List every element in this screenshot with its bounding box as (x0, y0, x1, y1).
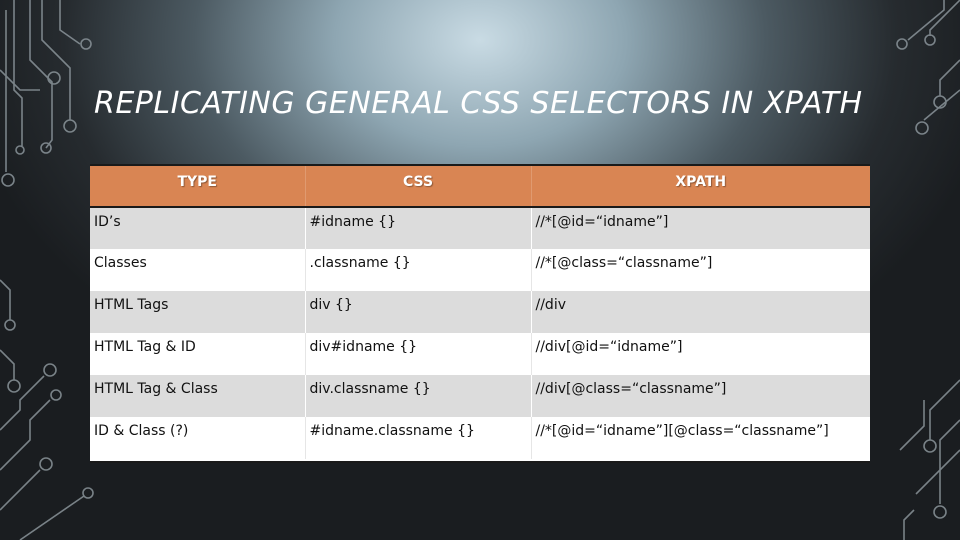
table-row: ID & Class (?) #idname.classname {} //*[… (90, 417, 870, 459)
cell-xpath: //div (530, 291, 870, 333)
slide-title: REPLICATING GENERAL CSS SELECTORS IN XPA… (94, 86, 863, 121)
table-row: ID’s #idname {} //*[@id=“idname”] (90, 207, 870, 249)
cell-css: div#idname {} (304, 333, 531, 375)
cell-css: #idname {} (304, 207, 531, 249)
header-type: TYPE (177, 174, 217, 190)
table-row: HTML Tag & ID div#idname {} //div[@id=“i… (90, 333, 870, 375)
cell-type: Classes (94, 255, 147, 271)
header-css: CSS (304, 166, 531, 207)
table-row: Classes .classname {} //*[@class=“classn… (90, 249, 870, 291)
cell-type: HTML Tags (94, 297, 169, 313)
cell-css: .classname {} (304, 249, 531, 291)
header-xpath: XPATH (530, 166, 870, 207)
table-row: HTML Tag & Class div.classname {} //div[… (90, 375, 870, 417)
cell-xpath: //*[@id=“idname”][@class=“classname”] (530, 417, 870, 459)
cell-xpath: //div[@id=“idname”] (530, 333, 870, 375)
cell-type: HTML Tag & ID (94, 339, 196, 355)
table-row: HTML Tags div {} //div (90, 291, 870, 333)
table-header-row: TYPE CSS XPATH (90, 166, 870, 207)
cell-css: div {} (304, 291, 531, 333)
selectors-table: TYPE CSS XPATH ID’s #idname {} //*[@id=“… (90, 164, 870, 463)
cell-type: ID’s (94, 214, 121, 230)
cell-css: #idname.classname {} (304, 417, 531, 459)
cell-xpath: //div[@class=“classname”] (530, 375, 870, 417)
cell-type: HTML Tag & Class (94, 381, 218, 397)
cell-xpath: //*[@id=“idname”] (530, 207, 870, 249)
cell-css: div.classname {} (304, 375, 531, 417)
cell-type: ID & Class (?) (94, 423, 189, 439)
cell-xpath: //*[@class=“classname”] (530, 249, 870, 291)
selectors-table-grid: TYPE CSS XPATH ID’s #idname {} //*[@id=“… (90, 166, 870, 459)
